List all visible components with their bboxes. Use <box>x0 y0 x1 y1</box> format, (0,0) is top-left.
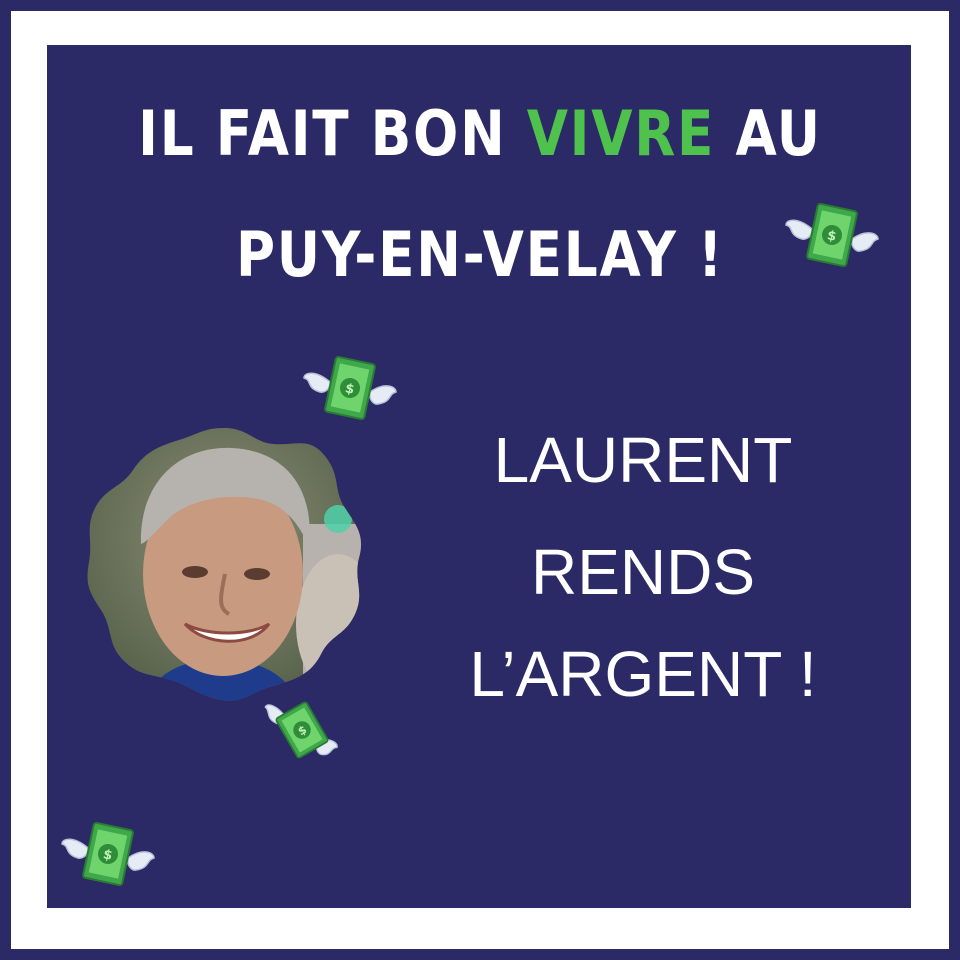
slogan-line-2: RENDS <box>530 536 756 608</box>
flying-money-icon: $ <box>303 356 397 420</box>
slogan-line-3: L’ARGENT ! <box>469 638 817 710</box>
portrait-photo <box>87 428 362 701</box>
flying-money-icon: $ <box>785 203 879 267</box>
headline-accent-word: VIVRE <box>526 97 716 170</box>
headline-line-1: IL FAIT BON VIVRE AU <box>138 97 822 170</box>
flying-money-icon: $ <box>264 701 338 759</box>
headline-line-2: PUY-EN-VELAY ! <box>236 218 724 291</box>
flying-money-icon: $ <box>61 822 155 886</box>
slogan-line-1: LAURENT <box>493 424 793 496</box>
